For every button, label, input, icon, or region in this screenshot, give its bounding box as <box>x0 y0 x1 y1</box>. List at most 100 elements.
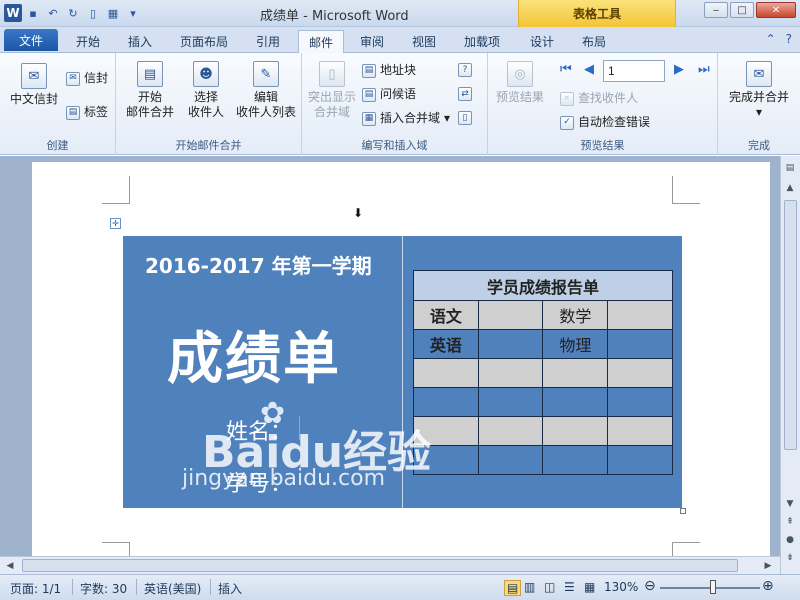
table-cell[interactable] <box>477 416 544 446</box>
language-indicator[interactable]: 英语(美国) <box>144 580 201 597</box>
previous-page-icon[interactable]: ⇞ <box>782 514 798 530</box>
vertical-scrollbar[interactable]: ▤ ▲ ▼ ⇞ ● ⇟ <box>780 156 800 574</box>
crop-mark-top-right <box>672 176 700 204</box>
customize-qat-icon[interactable]: ▾ <box>124 4 142 22</box>
highlight-merge-fields-button[interactable]: ▯ 突出显示 合并域 <box>304 61 360 120</box>
draft-view-icon[interactable]: ▦ <box>584 580 595 594</box>
redo-icon[interactable]: ↻ <box>64 4 82 22</box>
full-screen-reading-icon[interactable]: ▥ <box>524 580 535 594</box>
tab-page-layout[interactable]: 页面布局 <box>170 30 238 53</box>
tab-insert[interactable]: 插入 <box>118 30 162 53</box>
outline-view-icon[interactable]: ☰ <box>564 580 575 594</box>
find-recipient-button[interactable]: ⌕ 查找收件人 <box>560 91 638 106</box>
score-cell[interactable] <box>477 329 544 359</box>
table-cell[interactable] <box>542 445 609 475</box>
ruler-toggle-icon[interactable]: ▤ <box>782 160 798 176</box>
tab-home[interactable]: 开始 <box>66 30 110 53</box>
table-cell[interactable] <box>607 387 673 417</box>
address-block-button[interactable]: ▤ 地址块 <box>362 63 416 78</box>
next-page-icon[interactable]: ⇟ <box>782 550 798 566</box>
select-recipients-button[interactable]: ☻ 选择 收件人 <box>178 61 234 120</box>
start-mail-merge-button[interactable]: ▤ 开始 邮件合并 <box>118 61 182 120</box>
subject-cell[interactable]: 物理 <box>542 329 609 359</box>
undo-icon[interactable]: ↶ <box>44 4 62 22</box>
table-cell[interactable] <box>607 416 673 446</box>
scroll-up-icon[interactable]: ▲ <box>782 180 798 196</box>
score-cell[interactable] <box>607 300 673 330</box>
help-icon[interactable]: ? <box>786 32 792 46</box>
table-cell[interactable] <box>477 358 544 388</box>
tab-references[interactable]: 引用 <box>246 30 290 53</box>
subject-cell[interactable]: 语文 <box>413 300 479 330</box>
select-browse-object-icon[interactable]: ● <box>782 532 798 548</box>
table-cell[interactable] <box>477 445 544 475</box>
edit-recipient-list-button[interactable]: ✎ 编辑 收件人列表 <box>232 61 300 120</box>
tab-design[interactable]: 设计 <box>520 30 564 53</box>
maximize-button[interactable]: □ <box>730 2 754 18</box>
insert-mode-indicator[interactable]: 插入 <box>218 580 242 597</box>
subject-cell[interactable]: 数学 <box>542 300 609 330</box>
tab-layout[interactable]: 布局 <box>572 30 616 53</box>
match-fields-button[interactable]: ⇄ <box>458 87 472 101</box>
next-record-icon[interactable]: ▶ <box>674 62 684 77</box>
web-layout-icon[interactable]: ◫ <box>544 580 555 594</box>
zoom-in-icon[interactable]: ⊕ <box>762 578 774 594</box>
table-cell[interactable] <box>607 358 673 388</box>
labels-button[interactable]: ▤ 标签 <box>66 105 108 120</box>
page-count[interactable]: 页面: 1/1 <box>10 580 61 597</box>
zoom-level[interactable]: 130% <box>604 580 638 594</box>
preview-results-button[interactable]: ◎ 预览结果 <box>492 61 548 105</box>
tab-mailings[interactable]: 邮件 <box>298 30 345 54</box>
tab-file[interactable]: 文件 <box>4 29 58 51</box>
minimize-ribbon-icon[interactable]: ⌃ <box>766 32 776 46</box>
subject-cell[interactable]: 英语 <box>413 329 479 359</box>
tab-view[interactable]: 视图 <box>402 30 446 53</box>
horizontal-scroll-thumb[interactable] <box>22 559 738 572</box>
report-card-table[interactable]: 学员成绩报告单 语文 数学 英语 物理 <box>413 270 673 475</box>
minimize-button[interactable]: ‒ <box>704 2 728 18</box>
insert-merge-field-button[interactable]: ▦ 插入合并域 ▾ <box>362 111 450 126</box>
zoom-out-icon[interactable]: ⊖ <box>644 578 656 594</box>
rules-button[interactable]: ? <box>458 63 472 77</box>
window-controls: ‒ □ ✕ <box>704 2 796 20</box>
word-count[interactable]: 字数: 30 <box>80 580 127 597</box>
table-cell[interactable] <box>607 445 673 475</box>
close-button[interactable]: ✕ <box>756 2 796 18</box>
first-record-icon[interactable]: ⏮ <box>560 62 572 77</box>
finish-merge-button[interactable]: ✉ 完成并合并 ▾ <box>722 61 796 120</box>
word-app-icon[interactable]: W <box>4 4 22 22</box>
print-layout-view-icon[interactable]: ▤ <box>504 580 522 596</box>
table-resize-handle[interactable] <box>680 508 686 514</box>
scroll-left-icon[interactable]: ◀ <box>2 558 18 574</box>
recipients-icon: ☻ <box>193 61 219 87</box>
table-cell[interactable] <box>542 416 609 446</box>
auto-check-errors-button[interactable]: ✓ 自动检查错误 <box>560 115 650 130</box>
tab-addins[interactable]: 加载项 <box>454 30 510 53</box>
new-document-icon[interactable]: ▯ <box>84 4 102 22</box>
greeting-line-button[interactable]: ▤ 问候语 <box>362 87 416 102</box>
score-cell[interactable] <box>607 329 673 359</box>
table-cell[interactable] <box>413 358 479 388</box>
previous-record-icon[interactable]: ◀ <box>584 62 594 77</box>
scroll-right-icon[interactable]: ▶ <box>760 558 776 574</box>
horizontal-scrollbar[interactable]: ◀ ▶ <box>0 556 780 574</box>
record-number-input[interactable] <box>603 60 665 82</box>
tab-review[interactable]: 审阅 <box>350 30 394 53</box>
vertical-scroll-thumb[interactable] <box>784 200 797 450</box>
document-page[interactable]: ✛ ⬇ 2016-2017 年第一学期 成绩单 姓名： 学号： 学员成绩报告单 … <box>32 162 770 574</box>
last-record-icon[interactable]: ⏭ <box>698 62 710 77</box>
scroll-down-icon[interactable]: ▼ <box>782 496 798 512</box>
table-cell[interactable] <box>413 387 479 417</box>
zoom-slider-thumb[interactable] <box>710 580 716 594</box>
status-separator <box>210 579 211 595</box>
score-cell[interactable] <box>477 300 544 330</box>
save-icon[interactable]: ▪ <box>24 4 42 22</box>
table-icon[interactable]: ▦ <box>104 4 122 22</box>
envelope-button[interactable]: ✉ 信封 <box>66 71 108 86</box>
update-labels-button[interactable]: ▯ <box>458 111 472 125</box>
chinese-envelope-button[interactable]: ✉ 中文信封 <box>6 63 62 107</box>
table-cell[interactable] <box>542 358 609 388</box>
table-move-handle-icon[interactable]: ✛ <box>110 218 121 229</box>
table-cell[interactable] <box>542 387 609 417</box>
table-cell[interactable] <box>477 387 544 417</box>
